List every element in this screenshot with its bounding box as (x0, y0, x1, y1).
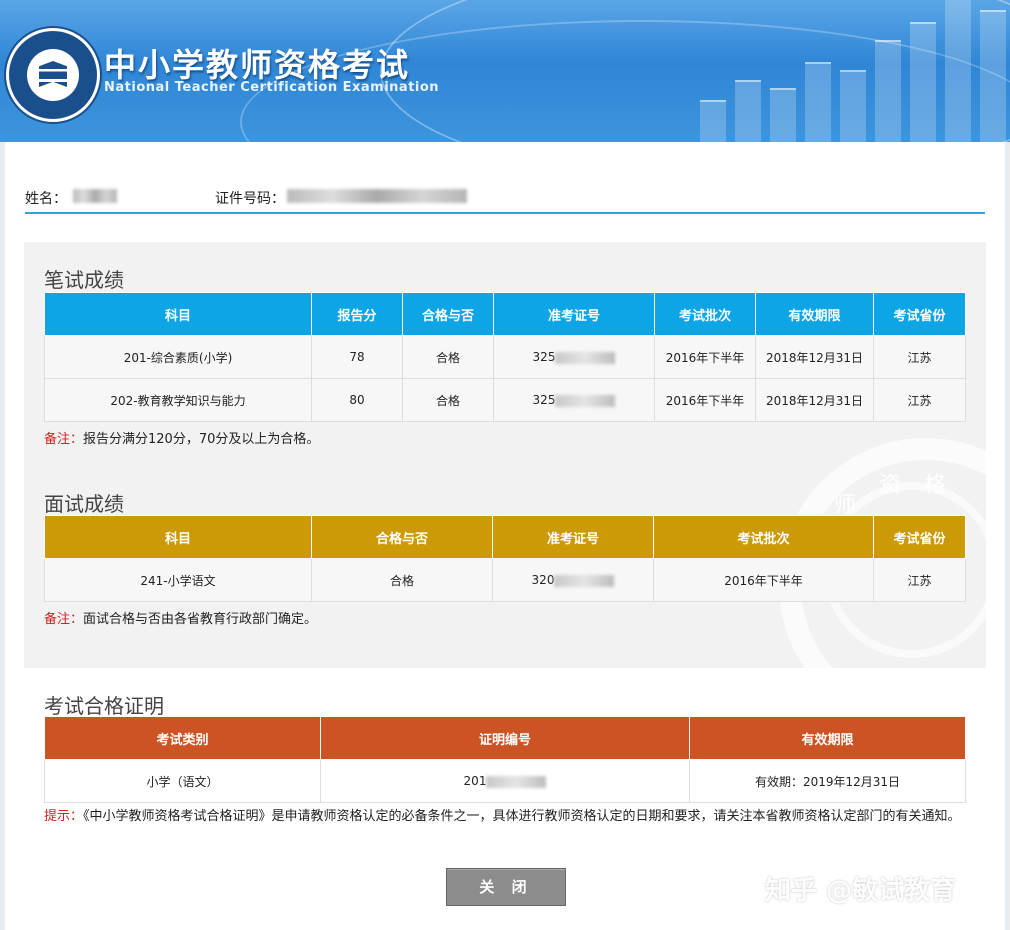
province-cell: 江苏 (873, 378, 966, 422)
pass-cell: 合格 (311, 558, 493, 602)
ticket-cell: 325 (493, 378, 655, 422)
table-header-row: 科目 合格与否 准考证号 考试批次 考试省份 (44, 515, 966, 559)
note-text: 面试合格与否由各省教育行政部门确定。 (83, 612, 318, 627)
result-sheet: 姓名： 证件号码： 师 资 格 笔试成绩 科目 报告分 合格与否 准考证号 考试… (5, 142, 1005, 930)
table-row: 小学（语文） 201 有效期：2019年12月31日 (44, 759, 966, 803)
ticket-prefix: 325 (532, 393, 556, 407)
ticket-prefix: 325 (532, 350, 556, 364)
written-section-title: 笔试成绩 (44, 268, 124, 292)
column-header: 证明编号 (320, 716, 690, 760)
score-cell: 78 (311, 335, 403, 379)
ticket-prefix: 320 (531, 573, 555, 587)
column-header: 考试批次 (654, 292, 756, 336)
exam-logo-icon (6, 28, 100, 122)
site-subtitle: National Teacher Certification Examinati… (104, 80, 440, 95)
validity-cell: 有效期：2019年12月31日 (689, 759, 966, 803)
category-cell: 小学（语文） (44, 759, 321, 803)
certificate-tip: 提示：《中小学教师资格考试合格证明》是申请教师资格认定的必备条件之一，具体进行教… (44, 807, 964, 827)
tip-text: 《中小学教师资格考试合格证明》是申请教师资格认定的必备条件之一，具体进行教师资格… (83, 809, 961, 824)
written-score-table: 科目 报告分 合格与否 准考证号 考试批次 有效期限 考试省份 201-综合素质… (44, 292, 966, 422)
column-header: 合格与否 (311, 515, 493, 559)
identity-row: 姓名： 证件号码： (25, 186, 985, 214)
id-label: 证件号码： (215, 191, 285, 207)
ticket-redacted (554, 574, 615, 587)
score-cell: 80 (311, 378, 403, 422)
table-row: 202-教育教学知识与能力 80 合格 325 2016年下半年 2018年12… (44, 378, 966, 422)
subject-cell: 241-小学语文 (44, 558, 312, 602)
batch-cell: 2016年下半年 (654, 378, 756, 422)
close-button[interactable]: 关 闭 (446, 868, 566, 906)
ticket-cell: 320 (492, 558, 654, 602)
ticket-redacted (555, 394, 616, 407)
column-header: 有效期限 (755, 292, 874, 336)
id-redacted (287, 189, 467, 203)
header-banner: 中小学教师资格考试 National Teacher Certification… (0, 0, 1010, 142)
ticket-cell: 325 (493, 335, 655, 379)
column-header: 科目 (44, 292, 312, 336)
column-header: 准考证号 (492, 515, 654, 559)
seal-char: 格 (924, 473, 947, 498)
table-row: 201-综合素质(小学) 78 合格 325 2016年下半年 2018年12月… (44, 335, 966, 379)
table-row: 241-小学语文 合格 320 2016年下半年 江苏 (44, 558, 966, 602)
seal-char: 资 (879, 473, 902, 498)
column-header: 科目 (44, 515, 312, 559)
zhihu-watermark: 知乎 @敏试教育 (765, 876, 957, 906)
cert-number-redacted (486, 775, 547, 788)
batch-cell: 2016年下半年 (654, 335, 756, 379)
certificate-table: 考试类别 证明编号 有效期限 小学（语文） 201 有效期：2019年12月31… (44, 716, 966, 803)
column-header: 考试批次 (653, 515, 874, 559)
note-label: 备注： (44, 432, 84, 447)
pass-cell: 合格 (402, 335, 494, 379)
column-header: 合格与否 (402, 292, 494, 336)
banner-bar-graphic (690, 0, 1010, 142)
interview-note: 备注：面试合格与否由各省教育行政部门确定。 (44, 608, 317, 627)
name-redacted (73, 189, 117, 203)
interview-section-title: 面试成绩 (44, 492, 124, 516)
subject-cell: 201-综合素质(小学) (44, 335, 312, 379)
note-text: 报告分满分120分，70分及以上为合格。 (83, 432, 320, 447)
note-label: 备注： (44, 612, 84, 627)
pass-cell: 合格 (402, 378, 494, 422)
tip-label: 提示： (44, 809, 84, 824)
validity-cell: 2018年12月31日 (755, 378, 874, 422)
scores-panel: 师 资 格 笔试成绩 科目 报告分 合格与否 准考证号 考试批次 有效期限 考试… (24, 242, 986, 668)
name-label: 姓名： (25, 191, 67, 207)
validity-cell: 2018年12月31日 (755, 335, 874, 379)
table-header-row: 科目 报告分 合格与否 准考证号 考试批次 有效期限 考试省份 (44, 292, 966, 336)
column-header: 有效期限 (689, 716, 966, 760)
province-cell: 江苏 (873, 335, 966, 379)
column-header: 准考证号 (493, 292, 655, 336)
interview-score-table: 科目 合格与否 准考证号 考试批次 考试省份 241-小学语文 合格 320 2… (44, 515, 966, 602)
written-note: 备注：报告分满分120分，70分及以上为合格。 (44, 428, 319, 447)
subject-cell: 202-教育教学知识与能力 (44, 378, 312, 422)
cert-number-prefix: 201 (463, 774, 487, 788)
table-header-row: 考试类别 证明编号 有效期限 (44, 716, 966, 760)
certificate-section-title: 考试合格证明 (44, 694, 164, 718)
ticket-redacted (555, 351, 616, 364)
batch-cell: 2016年下半年 (653, 558, 874, 602)
column-header: 报告分 (311, 292, 403, 336)
cert-number-cell: 201 (320, 759, 690, 803)
column-header: 考试类别 (44, 716, 321, 760)
province-cell: 江苏 (873, 558, 966, 602)
column-header: 考试省份 (873, 292, 966, 336)
column-header: 考试省份 (873, 515, 966, 559)
